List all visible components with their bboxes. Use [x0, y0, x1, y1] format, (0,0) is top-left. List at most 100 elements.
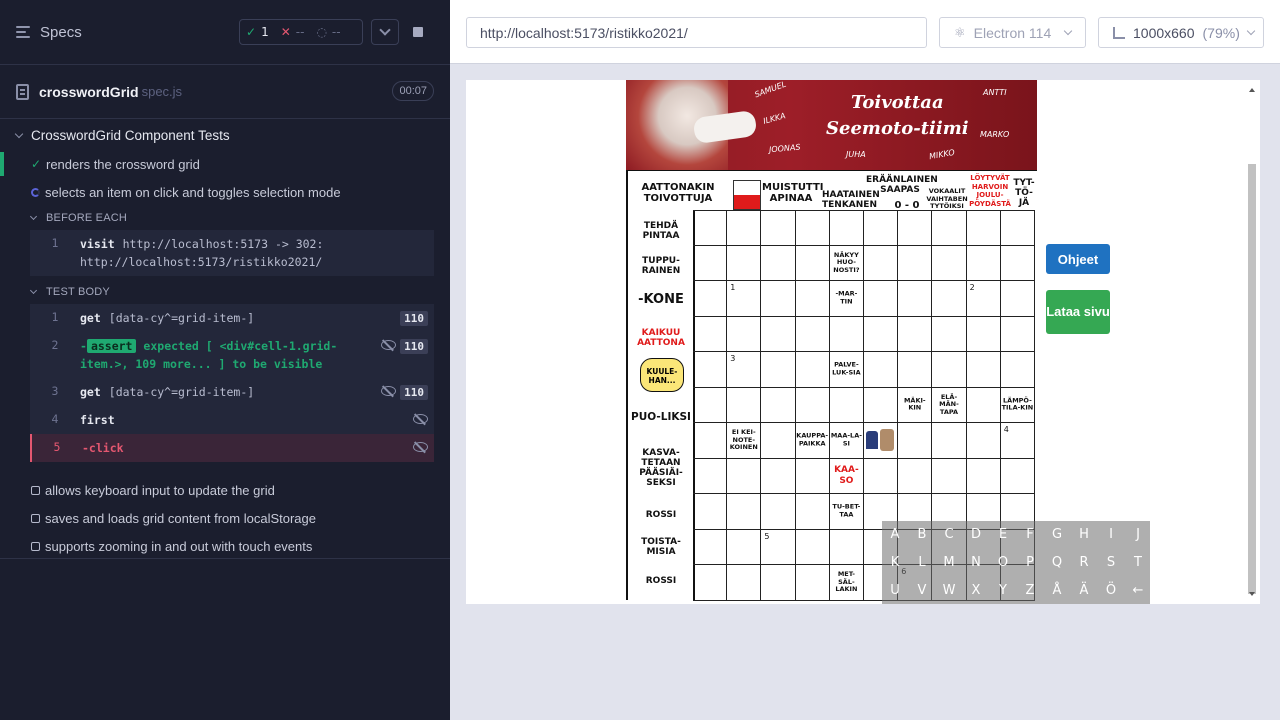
grid-cell[interactable] — [1000, 352, 1035, 388]
stop-button[interactable] — [404, 19, 432, 45]
grid-cell[interactable] — [864, 245, 899, 281]
keyboard-key[interactable]: I — [1098, 521, 1124, 548]
keyboard-key[interactable]: V — [909, 577, 935, 604]
grid-cell[interactable] — [829, 387, 864, 423]
keyboard-key[interactable]: B — [909, 521, 935, 548]
grid-cell[interactable] — [693, 281, 728, 317]
grid-cell[interactable] — [864, 281, 899, 317]
command-row[interactable]: 3 get [data-cy^=grid-item-] 110 — [30, 378, 434, 406]
grid-cell[interactable] — [898, 316, 933, 352]
viewport-selector[interactable]: 1000x660 (79%) — [1098, 17, 1264, 48]
grid-cell[interactable] — [693, 387, 728, 423]
grid-cell[interactable] — [795, 316, 830, 352]
grid-cell[interactable] — [864, 387, 899, 423]
grid-cell[interactable] — [761, 352, 796, 388]
keyboard-key[interactable]: A — [882, 521, 908, 548]
grid-cell[interactable] — [932, 281, 967, 317]
grid-cell[interactable] — [727, 210, 762, 246]
grid-cell[interactable] — [795, 565, 830, 601]
test-item[interactable]: selects an item on click and toggles sel… — [0, 178, 450, 206]
test-item[interactable]: saves and loads grid content from localS… — [0, 504, 450, 532]
grid-cell[interactable] — [932, 458, 967, 494]
keyboard-key[interactable]: G — [1044, 521, 1070, 548]
grid-cell[interactable] — [727, 387, 762, 423]
keyboard-key[interactable]: ← — [1125, 577, 1151, 604]
grid-cell[interactable] — [966, 245, 1001, 281]
keyboard-key[interactable]: N — [963, 549, 989, 576]
grid-cell[interactable]: 2 — [966, 281, 1001, 317]
command-row[interactable]: 5 -click — [30, 434, 434, 462]
keyboard-key[interactable]: M — [936, 549, 962, 576]
grid-cell[interactable] — [761, 458, 796, 494]
grid-cell[interactable] — [761, 245, 796, 281]
browser-selector[interactable]: ⚛ Electron 114 — [939, 17, 1086, 48]
grid-cell[interactable] — [761, 316, 796, 352]
grid-cell[interactable] — [932, 352, 967, 388]
grid-cell[interactable] — [795, 494, 830, 530]
grid-cell[interactable] — [761, 387, 796, 423]
grid-cell[interactable] — [761, 423, 796, 459]
grid-cell[interactable] — [864, 458, 899, 494]
keyboard-key[interactable]: Ö — [1098, 577, 1124, 604]
scroll-down-icon[interactable] — [1249, 592, 1255, 596]
keyboard-key[interactable]: Z — [1017, 577, 1043, 604]
grid-cell[interactable] — [727, 458, 762, 494]
grid-cell[interactable] — [898, 352, 933, 388]
grid-cell[interactable] — [693, 565, 728, 601]
specs-title[interactable]: Specs — [40, 24, 82, 41]
command-row[interactable]: 4 first — [30, 406, 434, 434]
grid-cell[interactable] — [795, 387, 830, 423]
before-each-hook[interactable]: BEFORE EACH — [0, 206, 450, 230]
test-item[interactable]: supports zooming in and out with touch e… — [0, 532, 450, 560]
grid-cell[interactable] — [966, 387, 1001, 423]
grid-cell[interactable] — [693, 245, 728, 281]
grid-cell[interactable]: 1 — [727, 281, 762, 317]
grid-cell[interactable] — [795, 281, 830, 317]
grid-cell[interactable] — [1000, 245, 1035, 281]
suite-title[interactable]: CrosswordGrid Component Tests — [0, 120, 450, 150]
instructions-button[interactable]: Ohjeet — [1046, 244, 1110, 274]
grid-cell[interactable] — [1000, 281, 1035, 317]
keyboard-key[interactable]: F — [1017, 521, 1043, 548]
keyboard-key[interactable]: L — [909, 549, 935, 576]
grid-cell[interactable] — [966, 352, 1001, 388]
keyboard-key[interactable]: Å — [1044, 577, 1070, 604]
specs-menu-icon[interactable] — [16, 25, 32, 39]
grid-cell[interactable] — [864, 210, 899, 246]
keyboard-key[interactable]: K — [882, 549, 908, 576]
grid-cell[interactable] — [864, 352, 899, 388]
keyboard-key[interactable]: C — [936, 521, 962, 548]
keyboard-key[interactable]: Q — [1044, 549, 1070, 576]
grid-cell[interactable] — [898, 458, 933, 494]
command-row[interactable]: 1 visit http://localhost:5173 -> 302: htt… — [30, 230, 434, 276]
test-item[interactable]: allows keyboard input to update the grid — [0, 476, 450, 504]
command-row[interactable]: 1 get [data-cy^=grid-item-] 110 — [30, 304, 434, 332]
grid-cell[interactable] — [932, 423, 967, 459]
auto-scroll-button[interactable] — [371, 19, 399, 45]
grid-cell[interactable] — [693, 494, 728, 530]
test-body-hook[interactable]: TEST BODY — [0, 280, 450, 304]
download-page-button[interactable]: Lataa sivu — [1046, 290, 1110, 334]
keyboard-key[interactable]: S — [1098, 549, 1124, 576]
keyboard-key[interactable]: D — [963, 521, 989, 548]
scrollbar[interactable] — [1248, 88, 1256, 596]
grid-cell[interactable] — [966, 423, 1001, 459]
grid-cell[interactable] — [1000, 458, 1035, 494]
grid-cell[interactable] — [829, 316, 864, 352]
keyboard-key[interactable]: J — [1125, 521, 1151, 548]
grid-cell[interactable] — [795, 210, 830, 246]
grid-cell[interactable] — [966, 316, 1001, 352]
grid-cell[interactable] — [693, 423, 728, 459]
keyboard-key[interactable]: P — [1017, 549, 1043, 576]
grid-cell[interactable] — [898, 210, 933, 246]
keyboard-key[interactable]: U — [882, 577, 908, 604]
grid-cell[interactable]: 3 — [727, 352, 762, 388]
grid-cell[interactable] — [932, 316, 967, 352]
grid-cell[interactable] — [1000, 210, 1035, 246]
scroll-up-icon[interactable] — [1249, 88, 1255, 92]
keyboard-key[interactable]: O — [990, 549, 1016, 576]
grid-cell[interactable] — [795, 352, 830, 388]
grid-cell[interactable] — [727, 494, 762, 530]
keyboard-key[interactable]: R — [1071, 549, 1097, 576]
scrollbar-thumb[interactable] — [1248, 164, 1256, 594]
